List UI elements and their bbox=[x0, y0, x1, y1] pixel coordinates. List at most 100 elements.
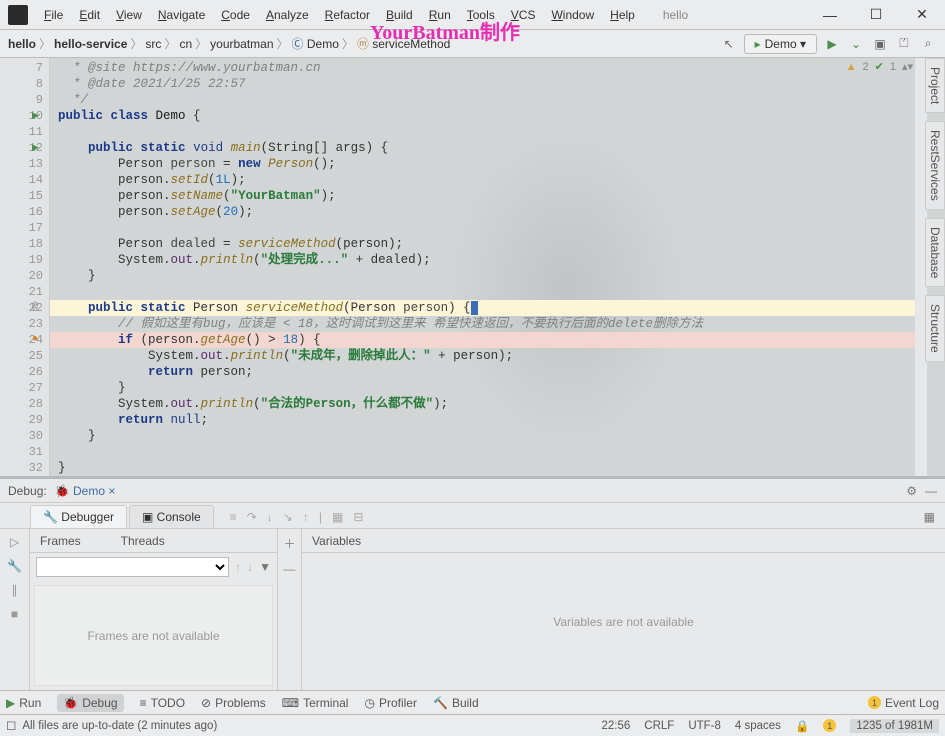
tool-icon[interactable]: 🔧 bbox=[7, 559, 22, 573]
code-line[interactable]: Person dealed = serviceMethod(person); bbox=[50, 236, 945, 252]
code-line[interactable]: * @site https://www.yourbatman.cn bbox=[50, 60, 945, 76]
threads-tab[interactable]: Threads bbox=[121, 534, 165, 548]
breadcrumb-item[interactable]: hello bbox=[8, 37, 36, 51]
tw-todo[interactable]: ≡TODO bbox=[140, 696, 185, 710]
breadcrumb-item[interactable]: ⓜ serviceMethod bbox=[357, 35, 450, 52]
menu-help[interactable]: Help bbox=[602, 8, 643, 22]
status-encoding[interactable]: UTF-8 bbox=[688, 720, 721, 732]
status-eol[interactable]: CRLF bbox=[644, 720, 674, 732]
menu-run[interactable]: Run bbox=[421, 8, 459, 22]
code-line[interactable]: System.out.println("合法的Person，什么都不做"); bbox=[50, 396, 945, 412]
lock-icon[interactable]: 🔒 bbox=[795, 719, 809, 733]
menu-file[interactable]: File bbox=[36, 8, 71, 22]
code-line[interactable]: } bbox=[50, 460, 945, 476]
main-menu[interactable]: FileEditViewNavigateCodeAnalyzeRefactorB… bbox=[36, 0, 643, 29]
run-button-icon[interactable]: ▶ bbox=[823, 35, 841, 53]
code-line[interactable]: * @date 2021/1/25 22:57 bbox=[50, 76, 945, 92]
gear-icon[interactable]: ⚙ bbox=[906, 484, 917, 498]
code-line[interactable]: System.out.println("处理完成..." + dealed); bbox=[50, 252, 945, 268]
right-tab-project[interactable]: Project bbox=[925, 58, 945, 113]
memory-indicator[interactable]: 1235 of 1981M bbox=[850, 719, 939, 733]
frames-tab[interactable]: Frames bbox=[40, 534, 81, 548]
code-line[interactable]: } bbox=[50, 380, 945, 396]
right-tab-structure[interactable]: Structure bbox=[925, 295, 945, 362]
breadcrumb-item[interactable]: Ⓒ Demo bbox=[292, 35, 339, 52]
breadcrumb-item[interactable]: hello-service bbox=[54, 37, 127, 51]
code-line[interactable]: public static Person serviceMethod(Perso… bbox=[50, 300, 945, 316]
menu-analyze[interactable]: Analyze bbox=[258, 8, 317, 22]
code-line[interactable] bbox=[50, 284, 945, 300]
close-button[interactable]: ✕ bbox=[899, 1, 945, 29]
code-line[interactable]: person.setAge(20); bbox=[50, 204, 945, 220]
debug-step-toolbar[interactable]: ≡↷↓↘↑|▦⊟ bbox=[230, 510, 374, 528]
tw-problems[interactable]: ⊘Problems bbox=[201, 696, 266, 710]
code-line[interactable]: person.setName("YourBatman"); bbox=[50, 188, 945, 204]
attach-icon[interactable]: ⏍ bbox=[895, 35, 913, 53]
up-icon[interactable]: ↑ bbox=[235, 560, 241, 574]
menu-code[interactable]: Code bbox=[213, 8, 258, 22]
code-line[interactable]: } bbox=[50, 268, 945, 284]
run-config-dropdown[interactable]: ▸Demo ▾ bbox=[744, 34, 817, 54]
breadcrumb-item[interactable]: src bbox=[145, 37, 161, 51]
code-line[interactable] bbox=[50, 124, 945, 140]
menu-tools[interactable]: Tools bbox=[459, 8, 503, 22]
hide-icon[interactable]: — bbox=[925, 484, 937, 498]
gutter[interactable]: 7891011121314151617181920212223242526272… bbox=[0, 58, 50, 476]
tw-profiler[interactable]: ◷Profiler bbox=[364, 696, 417, 710]
code-line[interactable]: // 假如这里有bug，应该是 < 18，这时调试到这里来 希望快速返回，不要执… bbox=[50, 316, 945, 332]
code-line[interactable]: return null; bbox=[50, 412, 945, 428]
maximize-button[interactable]: ☐ bbox=[853, 1, 899, 29]
code-line[interactable]: Person person = new Person(); bbox=[50, 156, 945, 172]
remove-watch-icon[interactable]: — bbox=[284, 562, 296, 576]
right-tab-database[interactable]: Database bbox=[925, 218, 945, 287]
pause-icon[interactable]: ∥ bbox=[12, 583, 18, 597]
debug-toolwindow: Debug: 🐞 Demo × ⚙— 🔧 Debugger ▣ Console … bbox=[0, 476, 945, 690]
debug-side-toolbar[interactable]: ▷ 🔧 ∥ ■ bbox=[0, 529, 30, 690]
breadcrumb-item[interactable]: yourbatman bbox=[210, 37, 273, 51]
tw-build[interactable]: 🔨Build bbox=[433, 696, 479, 710]
stop-icon[interactable]: ■ bbox=[11, 607, 18, 621]
code-line[interactable]: public class Demo { bbox=[50, 108, 945, 124]
filter-icon[interactable]: ▼ bbox=[259, 560, 271, 574]
inspection-widget[interactable]: ▲2 ✔1 ▴▾ bbox=[846, 60, 913, 73]
menu-refactor[interactable]: Refactor bbox=[317, 8, 378, 22]
debug-button-icon[interactable]: ⌄ bbox=[847, 35, 865, 53]
menu-edit[interactable]: Edit bbox=[71, 8, 108, 22]
code-line[interactable]: System.out.println("未成年，删除掉此人：" + person… bbox=[50, 348, 945, 364]
code-line[interactable]: public static void main(String[] args) { bbox=[50, 140, 945, 156]
code-line[interactable] bbox=[50, 444, 945, 460]
code-line[interactable]: */ bbox=[50, 92, 945, 108]
thread-selector[interactable] bbox=[36, 557, 229, 577]
menu-navigate[interactable]: Navigate bbox=[150, 8, 213, 22]
menu-build[interactable]: Build bbox=[378, 8, 421, 22]
code-line[interactable] bbox=[50, 220, 945, 236]
add-watch-icon[interactable]: ＋ bbox=[283, 535, 295, 552]
code-line[interactable]: if (person.getAge() > 18) { bbox=[50, 332, 945, 348]
notif-icon[interactable]: 1 bbox=[823, 719, 836, 732]
code-editor[interactable]: * @site https://www.yourbatman.cn * @dat… bbox=[50, 58, 945, 476]
layout-icon[interactable]: ▦ bbox=[924, 510, 945, 528]
debug-run-config[interactable]: 🐞 Demo × bbox=[55, 484, 116, 498]
nav-back-icon[interactable]: ↖ bbox=[720, 35, 738, 53]
code-line[interactable]: return person; bbox=[50, 364, 945, 380]
tw-debug[interactable]: 🐞Debug bbox=[57, 694, 123, 712]
menu-vcs[interactable]: VCS bbox=[503, 8, 544, 22]
tw-run[interactable]: ▶Run bbox=[6, 696, 41, 710]
resume-icon[interactable]: ▷ bbox=[10, 535, 19, 549]
tw-eventlog[interactable]: 1Event Log bbox=[868, 696, 939, 710]
code-line[interactable]: person.setId(1L); bbox=[50, 172, 945, 188]
minimize-button[interactable]: — bbox=[807, 1, 853, 29]
breadcrumb-item[interactable]: cn bbox=[179, 37, 192, 51]
search-icon[interactable]: ⌕ bbox=[919, 35, 937, 53]
menu-view[interactable]: View bbox=[108, 8, 150, 22]
down-icon[interactable]: ↓ bbox=[247, 560, 253, 574]
coverage-icon[interactable]: ▣ bbox=[871, 35, 889, 53]
code-line[interactable]: } bbox=[50, 428, 945, 444]
tw-terminal[interactable]: ⌨Terminal bbox=[282, 696, 349, 710]
menu-window[interactable]: Window bbox=[543, 8, 602, 22]
status-indent[interactable]: 4 spaces bbox=[735, 720, 781, 732]
toolwindow-toggle-icon[interactable]: ☐ bbox=[6, 719, 16, 733]
right-tab-restservices[interactable]: RestServices bbox=[925, 121, 945, 210]
tab-console[interactable]: ▣ Console bbox=[129, 505, 214, 528]
tab-debugger[interactable]: 🔧 Debugger bbox=[30, 505, 127, 528]
